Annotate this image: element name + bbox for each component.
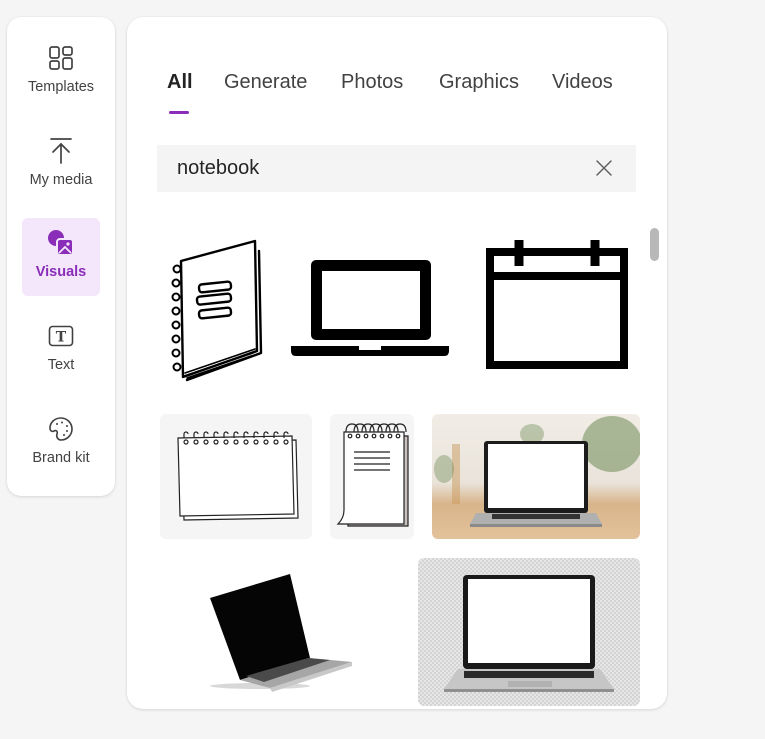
tab-graphics[interactable]: Graphics bbox=[439, 71, 519, 94]
tab-photos[interactable]: Photos bbox=[341, 71, 403, 94]
sidebar-item-templates[interactable]: Templates bbox=[22, 33, 100, 111]
sidebar-item-my-media[interactable]: My media bbox=[22, 126, 100, 204]
result-graphic-notebook[interactable] bbox=[165, 235, 265, 383]
result-photo-tilted-laptop[interactable] bbox=[160, 558, 380, 706]
result-graphic-calendar[interactable] bbox=[484, 239, 630, 371]
result-graphic-landscape-notepad[interactable] bbox=[160, 414, 312, 539]
result-graphic-laptop[interactable] bbox=[289, 257, 451, 361]
search-input[interactable] bbox=[177, 157, 577, 180]
close-icon[interactable] bbox=[594, 158, 614, 178]
active-tab-indicator bbox=[169, 111, 189, 114]
sidebar-item-label: Brand kit bbox=[32, 450, 90, 466]
side-rail: Templates My media Visuals T Text Brand … bbox=[7, 17, 115, 496]
sidebar-item-label: My media bbox=[29, 172, 93, 188]
sidebar-item-visuals[interactable]: Visuals bbox=[22, 218, 100, 296]
result-photo-laptop-transparent[interactable] bbox=[418, 558, 640, 706]
sidebar-item-text[interactable]: T Text bbox=[22, 311, 100, 389]
sidebar-item-brand-kit[interactable]: Brand kit bbox=[22, 404, 100, 482]
templates-icon bbox=[48, 43, 74, 73]
text-icon: T bbox=[48, 321, 74, 351]
tab-all[interactable]: All bbox=[167, 71, 193, 94]
svg-text:T: T bbox=[56, 330, 67, 346]
visuals-icon bbox=[47, 228, 75, 258]
result-photo-laptop-desk[interactable] bbox=[432, 414, 640, 539]
visuals-panel: All Generate Photos Graphics Videos bbox=[127, 17, 667, 709]
sidebar-item-label: Visuals bbox=[35, 264, 87, 280]
result-graphic-portrait-notepad[interactable] bbox=[330, 414, 414, 539]
upload-icon bbox=[49, 136, 73, 166]
search-box bbox=[157, 145, 636, 192]
sidebar-item-label: Text bbox=[47, 357, 75, 373]
scrollbar-thumb[interactable] bbox=[650, 228, 659, 261]
sidebar-item-label: Templates bbox=[27, 79, 95, 95]
tab-videos[interactable]: Videos bbox=[552, 71, 613, 94]
tab-generate[interactable]: Generate bbox=[224, 71, 307, 94]
palette-icon bbox=[48, 414, 74, 444]
